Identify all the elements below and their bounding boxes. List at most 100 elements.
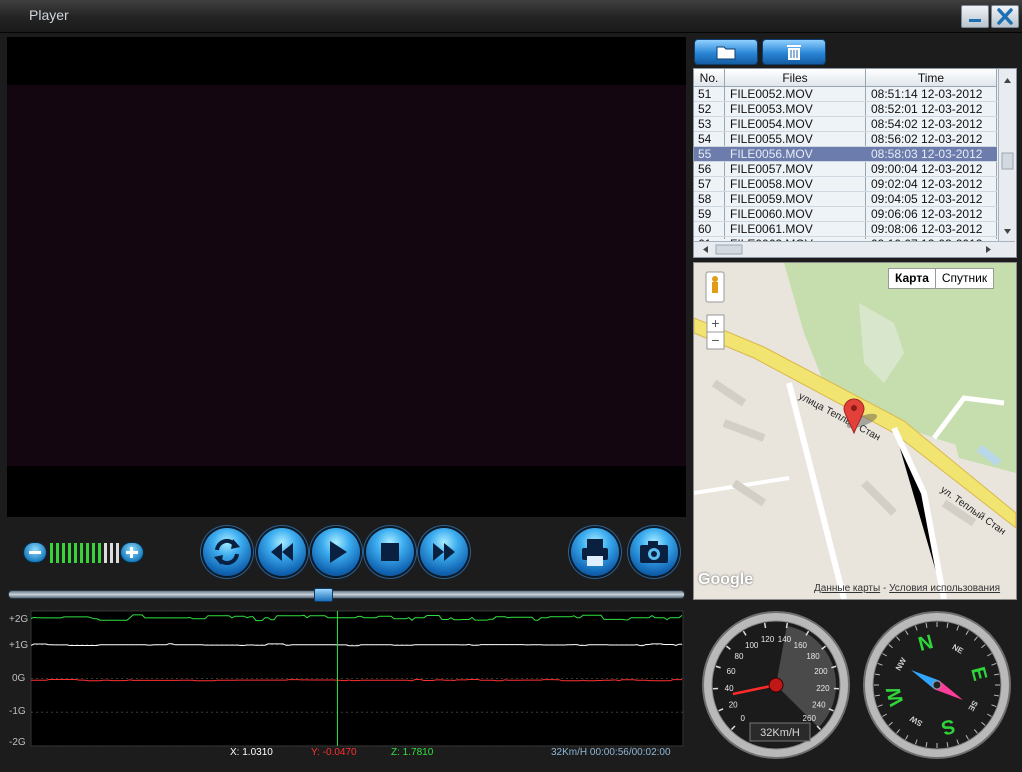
play-button[interactable] bbox=[312, 528, 360, 576]
print-button[interactable] bbox=[571, 528, 619, 576]
volume-segment bbox=[56, 543, 59, 563]
volume-segment bbox=[50, 543, 53, 563]
file-row[interactable]: 53FILE0054.MOV08:54:02 12-03-2012 bbox=[694, 117, 997, 132]
file-rows: 51 FILE0052.MOV 08:51:14 12-03-201252FILE0… bbox=[694, 87, 997, 252]
video-area[interactable] bbox=[7, 37, 686, 517]
close-button[interactable] bbox=[991, 5, 1019, 28]
speed-tick-label: 240 bbox=[812, 700, 826, 709]
snapshot-button[interactable] bbox=[630, 528, 678, 576]
speed-tick bbox=[765, 623, 766, 628]
map-footer-separator: - bbox=[883, 583, 886, 594]
speed-tick-label: 0 bbox=[741, 714, 746, 723]
file-row[interactable]: 51 FILE0052.MOV 08:51:14 12-03-2012 bbox=[694, 87, 997, 102]
file-cell-no: 53 bbox=[698, 117, 711, 131]
file-row[interactable]: 55FILE0056.MOV08:58:03 12-03-2012 bbox=[694, 147, 997, 162]
delete-button[interactable] bbox=[762, 39, 826, 65]
speed-display: 32Km/H bbox=[760, 727, 800, 739]
map-data-link[interactable]: Данные карты bbox=[814, 583, 880, 594]
previous-button[interactable] bbox=[258, 528, 306, 576]
open-folder-icon bbox=[695, 40, 757, 64]
compass-hub bbox=[933, 681, 941, 689]
file-cell-time: 09:08:06 12-03-2012 bbox=[871, 222, 982, 236]
zoom-out-label: − bbox=[711, 332, 719, 348]
gsensor-plot bbox=[0, 603, 690, 767]
map-attribution: Данные карты - Условия использования bbox=[814, 583, 1000, 594]
speed-tick bbox=[786, 623, 787, 628]
map-type-satellite-button[interactable]: Спутник bbox=[936, 269, 993, 288]
open-folder-button[interactable] bbox=[694, 39, 758, 65]
x-readout: X: 1.0310 bbox=[230, 747, 273, 758]
volume-down-button[interactable] bbox=[24, 543, 46, 562]
next-button[interactable] bbox=[420, 528, 468, 576]
volume-segment bbox=[104, 543, 107, 563]
file-cell-file: FILE0058.MOV bbox=[730, 177, 813, 191]
file-cell-no: 56 bbox=[698, 162, 711, 176]
volume-segment bbox=[116, 543, 119, 563]
file-row[interactable]: 56FILE0057.MOV09:00:04 12-03-2012 bbox=[694, 162, 997, 177]
map-canvas: улица Теплый Стан ул. Теплый Стан + − bbox=[694, 263, 1016, 599]
file-cell-time: 09:00:04 12-03-2012 bbox=[871, 162, 982, 176]
speed-tick-label: 220 bbox=[816, 684, 830, 693]
hscroll-arrows bbox=[694, 242, 1015, 257]
file-row[interactable]: 57FILE0058.MOV09:02:04 12-03-2012 bbox=[694, 177, 997, 192]
volume-segment bbox=[98, 543, 101, 563]
vertical-scrollbar[interactable] bbox=[998, 69, 1016, 241]
repeat-button[interactable] bbox=[203, 528, 251, 576]
file-cell-time: 08:58:03 12-03-2012 bbox=[871, 147, 982, 161]
y-label-minus1g: -1G bbox=[9, 706, 26, 717]
file-cell-file: FILE0054.MOV bbox=[730, 117, 813, 131]
compass: NNEESESSWWNW bbox=[862, 610, 1012, 760]
file-cell-time: 09:04:05 12-03-2012 bbox=[871, 192, 982, 206]
file-list[interactable]: No. Files Time 51 FILE0052.MOV 08:51:14 12… bbox=[693, 68, 1017, 258]
speed-tick-label: 80 bbox=[735, 652, 744, 661]
speed-tick-label: 40 bbox=[725, 684, 734, 693]
file-cell-file: FILE0052.MOV bbox=[730, 87, 813, 101]
column-header-files[interactable]: Files bbox=[725, 71, 865, 85]
file-cell-no: 55 bbox=[698, 147, 711, 161]
rewind-icon bbox=[258, 528, 306, 576]
gsensor-graph bbox=[0, 603, 690, 767]
map-type-control: Карта Спутник bbox=[888, 268, 994, 289]
volume-segment bbox=[110, 543, 113, 563]
seek-thumb[interactable] bbox=[314, 588, 333, 602]
y-label-0g: 0G bbox=[12, 673, 25, 684]
stop-button[interactable] bbox=[366, 528, 414, 576]
file-cell-time: 09:02:04 12-03-2012 bbox=[871, 177, 982, 191]
speed-tick-label: 100 bbox=[745, 641, 759, 650]
speed-tick-label: 60 bbox=[727, 667, 736, 676]
speed-tick-label: 160 bbox=[794, 641, 808, 650]
camera-icon bbox=[630, 528, 678, 576]
file-row[interactable]: 52FILE0053.MOV08:52:01 12-03-2012 bbox=[694, 102, 997, 117]
map-type-map-button[interactable]: Карта bbox=[889, 269, 936, 288]
file-row[interactable]: 54FILE0055.MOV08:56:02 12-03-2012 bbox=[694, 132, 997, 147]
file-cell-time: 08:51:14 12-03-2012 bbox=[871, 87, 982, 101]
seek-bar[interactable] bbox=[8, 590, 685, 599]
column-header-no[interactable]: No. bbox=[694, 71, 724, 85]
z-readout: Z: 1.7810 bbox=[391, 747, 433, 758]
file-row[interactable]: 58FILE0059.MOV09:04:05 12-03-2012 bbox=[694, 192, 997, 207]
close-icon bbox=[992, 6, 1018, 27]
minimize-button[interactable] bbox=[961, 5, 989, 28]
file-row[interactable]: 60FILE0061.MOV09:08:06 12-03-2012 bbox=[694, 222, 997, 237]
file-row[interactable]: 59FILE0060.MOV09:06:06 12-03-2012 bbox=[694, 207, 997, 222]
map-panel[interactable]: улица Теплый Стан ул. Теплый Стан + − Ка… bbox=[693, 262, 1017, 600]
title-bar bbox=[0, 0, 1022, 33]
scrollbar-arrows bbox=[999, 69, 1016, 241]
stop-icon bbox=[366, 528, 414, 576]
y-label-plus2g: +2G bbox=[9, 614, 28, 625]
y-label-minus2g: -2G bbox=[9, 737, 26, 748]
volume-segment bbox=[62, 543, 65, 563]
column-header-time[interactable]: Time bbox=[866, 71, 996, 85]
file-list-header: No. Files Time bbox=[694, 69, 997, 87]
speed-tick-label: 120 bbox=[761, 635, 775, 644]
horizontal-scrollbar[interactable] bbox=[694, 241, 1015, 257]
file-cell-no: 51 bbox=[698, 87, 711, 101]
volume-up-button[interactable] bbox=[121, 543, 143, 562]
file-cell-time: 09:06:06 12-03-2012 bbox=[871, 207, 982, 221]
speedometer-dial: 02040608010012014016018020022024026032Km… bbox=[701, 610, 851, 760]
speed-tick-label: 200 bbox=[814, 667, 828, 676]
zoom-in-label: + bbox=[711, 315, 719, 331]
terms-link[interactable]: Условия использования bbox=[889, 583, 1000, 594]
file-cell-file: FILE0053.MOV bbox=[730, 102, 813, 116]
speed-tick-label: 20 bbox=[729, 700, 738, 709]
